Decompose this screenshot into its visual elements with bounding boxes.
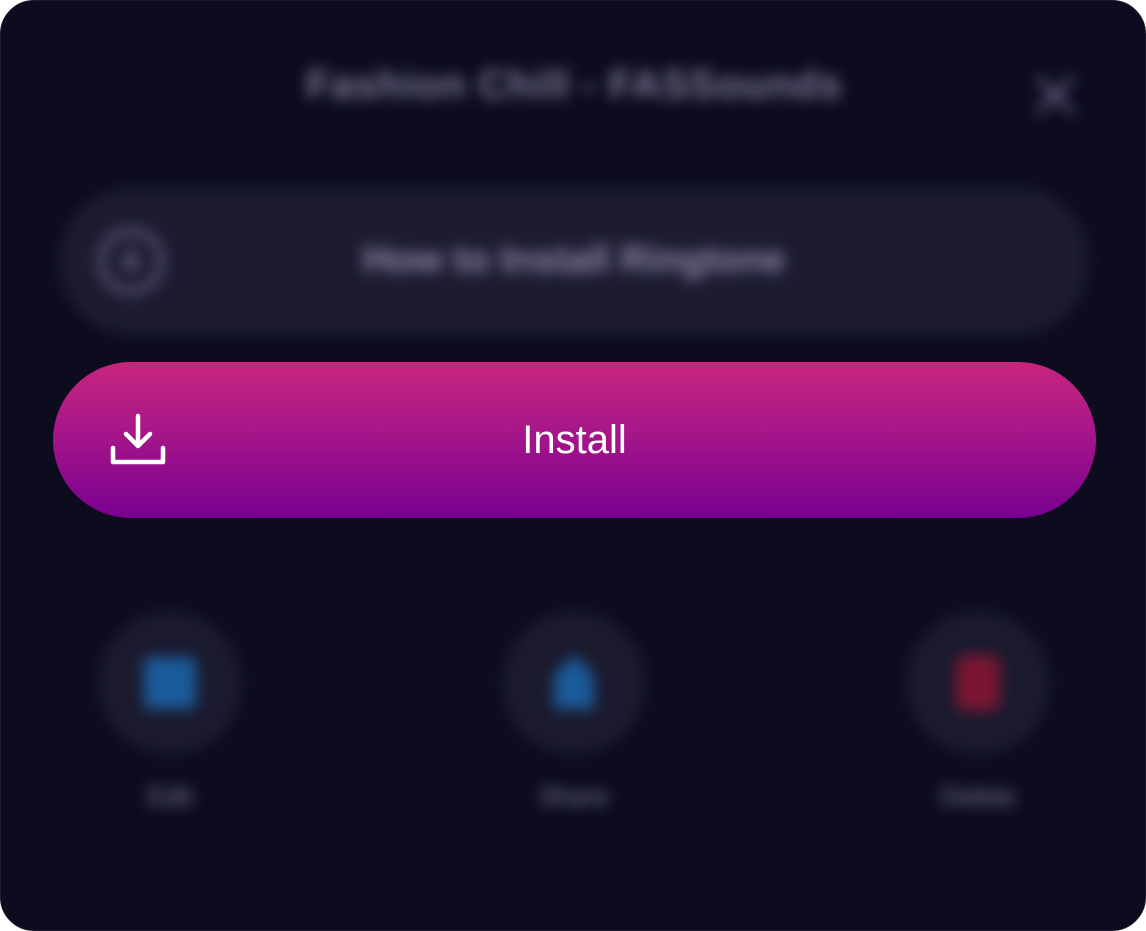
- close-icon[interactable]: [1031, 71, 1079, 119]
- sheet-title: Fashion Chill - FASSounds: [305, 63, 843, 107]
- delete-label: Delete: [940, 781, 1016, 811]
- ringtone-bottom-sheet: Fashion Chill - FASSounds How to Install…: [0, 0, 1146, 931]
- edit-action-circle: [98, 611, 242, 755]
- trash-icon: [948, 651, 1008, 715]
- edit-action[interactable]: Edit: [95, 611, 245, 821]
- install-button[interactable]: Install: [53, 362, 1096, 518]
- how-to-install-button[interactable]: How to Install Ringtone: [59, 187, 1089, 335]
- share-icon: [544, 651, 604, 715]
- edit-label: Edit: [147, 781, 193, 811]
- delete-action[interactable]: Delete: [903, 611, 1053, 821]
- share-action[interactable]: Share: [499, 611, 649, 821]
- share-action-circle: [502, 611, 646, 755]
- how-to-install-label: How to Install Ringtone: [362, 239, 786, 281]
- edit-icon: [140, 651, 200, 715]
- delete-action-circle: [906, 611, 1050, 755]
- install-label: Install: [522, 418, 627, 462]
- share-label: Share: [539, 781, 609, 811]
